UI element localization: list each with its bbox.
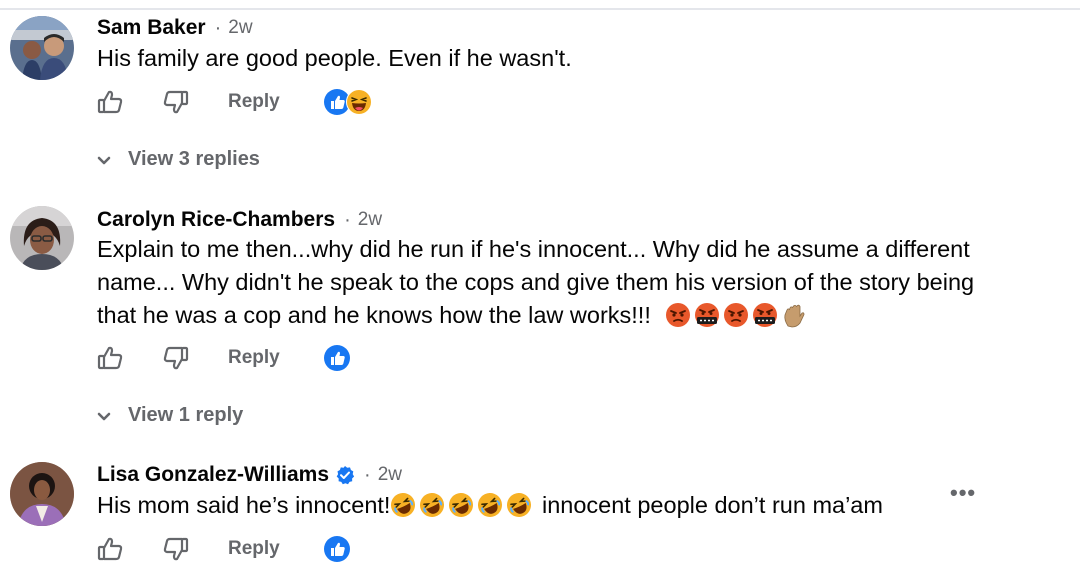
- comment-text-line: name... Why didn't he speak to the cops …: [97, 269, 975, 295]
- view-replies-button[interactable]: View 1 reply: [96, 404, 243, 427]
- comment-author[interactable]: Carolyn Rice-Chambers: [97, 208, 335, 232]
- separator-dot: ·: [364, 463, 371, 486]
- angry-face-icon: [665, 302, 691, 328]
- comment-actions: Reply: [96, 88, 372, 116]
- thumbs-up-icon[interactable]: [96, 88, 124, 116]
- rolling-laughing-icon: [448, 492, 474, 518]
- separator-dot: ·: [214, 16, 222, 39]
- comment-timestamp[interactable]: 2w: [358, 209, 382, 231]
- comment-text-line: His family are good people. Even if he w…: [97, 45, 572, 71]
- thumbs-up-icon[interactable]: [96, 535, 124, 563]
- comment-timestamp[interactable]: 2w: [378, 464, 402, 486]
- thumbs-down-icon[interactable]: [162, 344, 190, 372]
- comment-actions: Reply: [96, 535, 350, 563]
- view-replies-label: View 3 replies: [128, 148, 260, 170]
- waving-hand-icon: [781, 302, 807, 328]
- reaction-summary[interactable]: [323, 536, 350, 562]
- thumbs-down-icon[interactable]: [162, 88, 190, 116]
- thumbs-down-icon[interactable]: [162, 535, 190, 563]
- avatar[interactable]: [10, 16, 74, 80]
- haha-reaction-icon: [345, 89, 372, 115]
- rolling-laughing-icon: [390, 492, 416, 518]
- top-divider: [0, 8, 1080, 10]
- comment-text-before: His mom said he’s innocent!: [97, 492, 391, 518]
- thumbs-up-icon[interactable]: [96, 344, 124, 372]
- view-replies-button[interactable]: View 3 replies: [96, 148, 260, 171]
- like-reaction-icon: [323, 536, 350, 562]
- angry-face-icon: [723, 302, 749, 328]
- view-replies-label: View 1 reply: [128, 404, 244, 426]
- rolling-laughing-icon: [419, 492, 445, 518]
- chevron-down-icon: [96, 408, 112, 424]
- comment-timestamp[interactable]: 2w: [228, 17, 252, 39]
- avatar[interactable]: [10, 206, 74, 270]
- cursing-face-icon: [694, 302, 720, 328]
- chevron-down-icon: [96, 152, 112, 168]
- verified-badge-icon: [335, 465, 355, 485]
- separator-dot: ·: [344, 208, 351, 231]
- reply-button[interactable]: Reply: [228, 91, 280, 113]
- comment-actions: Reply: [96, 344, 350, 372]
- like-reaction-icon: [323, 345, 350, 371]
- reply-button[interactable]: Reply: [228, 538, 280, 560]
- comment-text: Explain to me then...why did he run if h…: [97, 233, 1057, 332]
- comment-author[interactable]: Lisa Gonzalez-Williams: [97, 463, 329, 487]
- cursing-face-icon: [752, 302, 778, 328]
- rolling-laughing-icon: [506, 492, 532, 518]
- comment-text: His mom said he’s innocent! innocent peo…: [97, 489, 1057, 522]
- comment-text-line: Explain to me then...why did he run if h…: [97, 236, 970, 262]
- reply-button[interactable]: Reply: [228, 347, 280, 369]
- rolling-laughing-icon: [477, 492, 503, 518]
- comment-text-after: innocent people don’t run ma’am: [535, 492, 883, 518]
- comment-text-line-with-emojis: that he was a cop and he knows how the l…: [97, 299, 1057, 332]
- comment-text: His family are good people. Even if he w…: [97, 42, 1057, 75]
- avatar[interactable]: [10, 462, 74, 526]
- reaction-summary[interactable]: [323, 89, 372, 115]
- comment-text-line: that he was a cop and he knows how the l…: [97, 302, 651, 328]
- comment-author[interactable]: Sam Baker: [97, 16, 206, 40]
- reaction-summary[interactable]: [323, 345, 350, 371]
